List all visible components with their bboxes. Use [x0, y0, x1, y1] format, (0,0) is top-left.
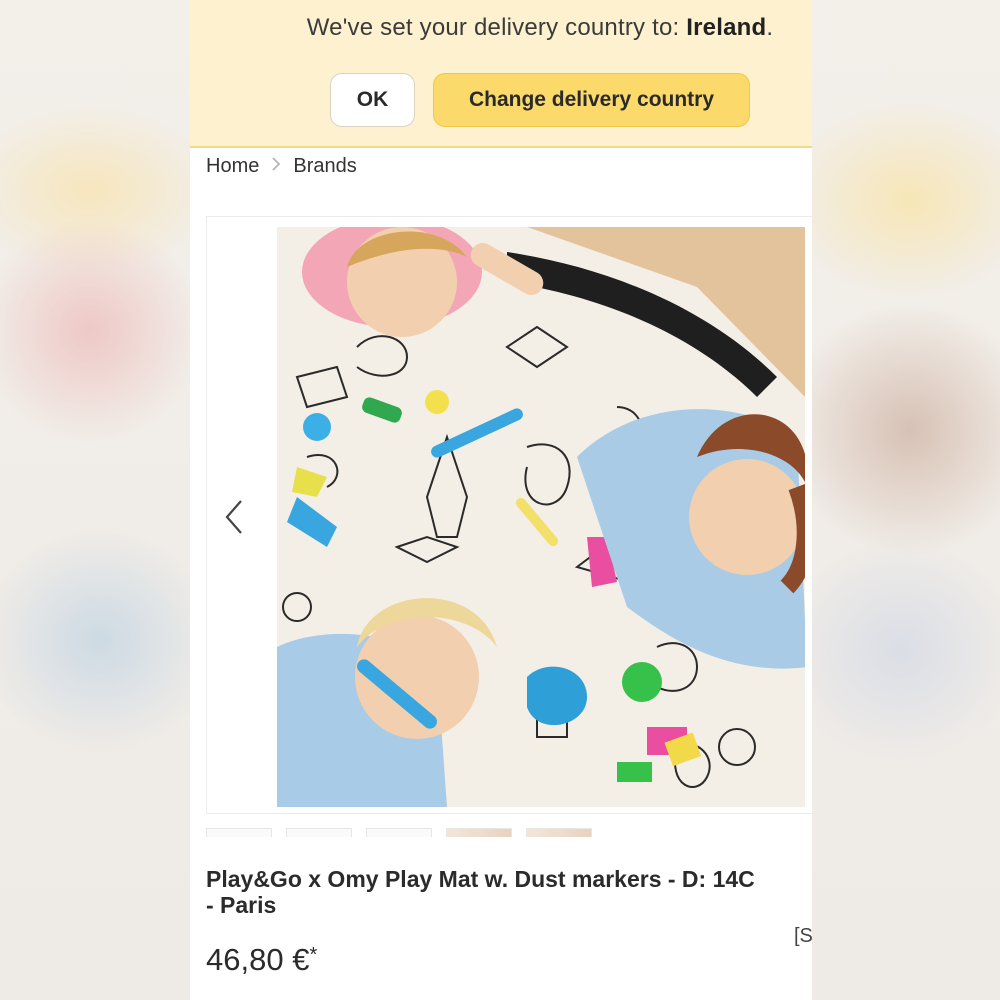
delivery-country-banner: We've set your delivery country to: Irel… — [190, 0, 812, 148]
thumbnail[interactable] — [446, 828, 512, 837]
chevron-right-icon — [271, 156, 281, 177]
thumbnail[interactable] — [366, 828, 432, 837]
breadcrumb-brands[interactable]: Brands — [293, 155, 356, 178]
chevron-left-icon[interactable] — [219, 497, 249, 537]
delivery-country-name: Ireland — [686, 14, 767, 41]
delivery-message-text: We've set your delivery country to: — [306, 14, 687, 41]
delivery-message: We've set your delivery country to: Irel… — [190, 14, 812, 42]
thumbnail[interactable] — [526, 828, 592, 837]
mobile-page: We've set your delivery country to: Irel… — [190, 0, 812, 1000]
product-gallery — [206, 216, 812, 814]
change-delivery-country-button[interactable]: Change delivery country — [433, 73, 750, 127]
product-image[interactable] — [277, 227, 805, 807]
thumbnail-strip — [206, 828, 592, 837]
price-value: 46,80 € — [206, 942, 310, 977]
ok-button[interactable]: OK — [330, 73, 415, 127]
thumbnail[interactable] — [286, 828, 352, 837]
breadcrumb-home[interactable]: Home — [206, 155, 259, 178]
price-asterisk: * — [309, 944, 318, 966]
thumbnail[interactable] — [206, 828, 272, 837]
delivery-message-period: . — [766, 14, 774, 41]
price-side-fragment: [S — [794, 925, 812, 947]
breadcrumb: Home Brands — [206, 152, 357, 180]
product-price: 46,80 €* — [206, 942, 317, 978]
product-title: Play&Go x Omy Play Mat w. Dust markers -… — [206, 866, 755, 918]
